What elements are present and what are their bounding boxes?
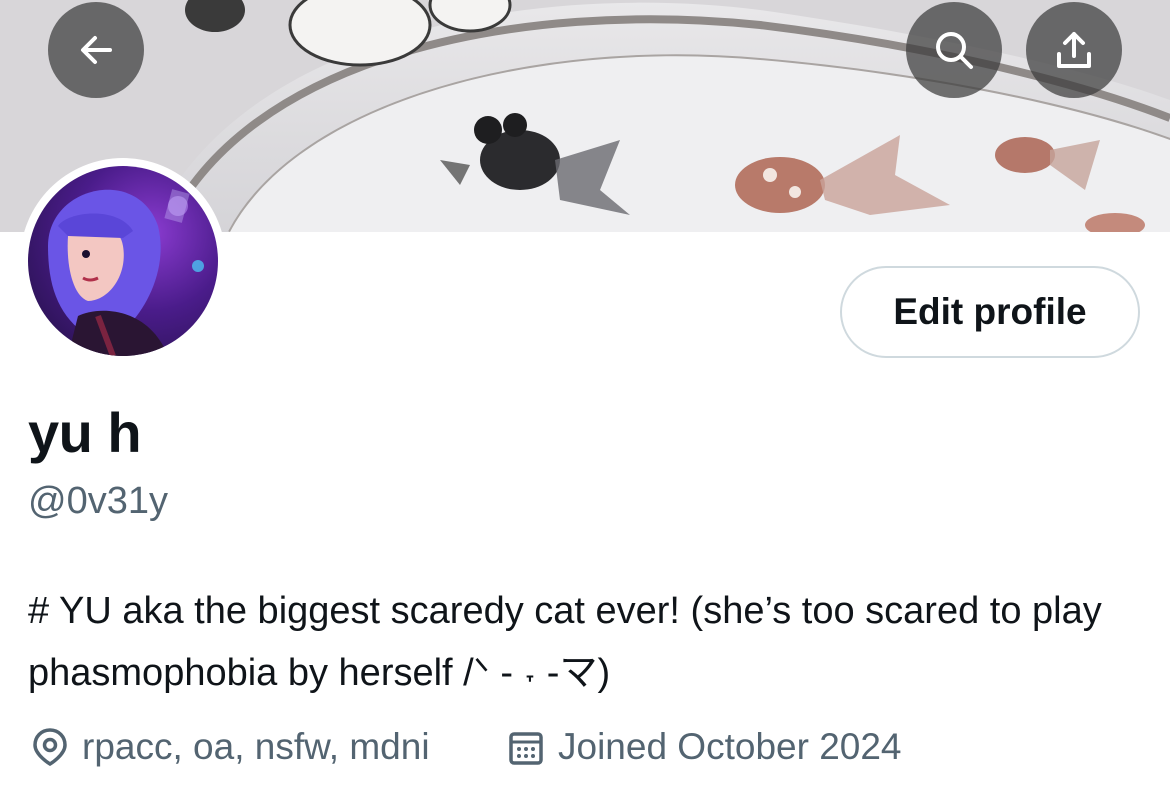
avatar-image	[28, 166, 218, 356]
back-button[interactable]	[48, 2, 144, 98]
location-item: rpacc, oa, nsfw, mdni	[32, 722, 430, 772]
user-handle: @0v31y	[28, 480, 168, 522]
profile-bio: # YU aka the biggest scaredy cat ever! (…	[28, 590, 1102, 694]
arrow-left-icon	[81, 36, 112, 64]
share-button[interactable]	[1026, 2, 1122, 98]
search-button[interactable]	[906, 2, 1002, 98]
search-icon	[936, 32, 973, 69]
calendar-icon	[509, 732, 543, 765]
location-text: rpacc, oa, nsfw, mdni	[82, 726, 430, 767]
location-pin-icon	[33, 728, 67, 767]
profile-avatar[interactable]	[20, 158, 226, 364]
joined-item: Joined October 2024	[508, 722, 902, 772]
edit-profile-button[interactable]: Edit profile	[840, 266, 1140, 358]
display-name: yu h	[28, 401, 142, 464]
share-icon	[1057, 32, 1091, 68]
joined-text: Joined October 2024	[558, 726, 902, 767]
